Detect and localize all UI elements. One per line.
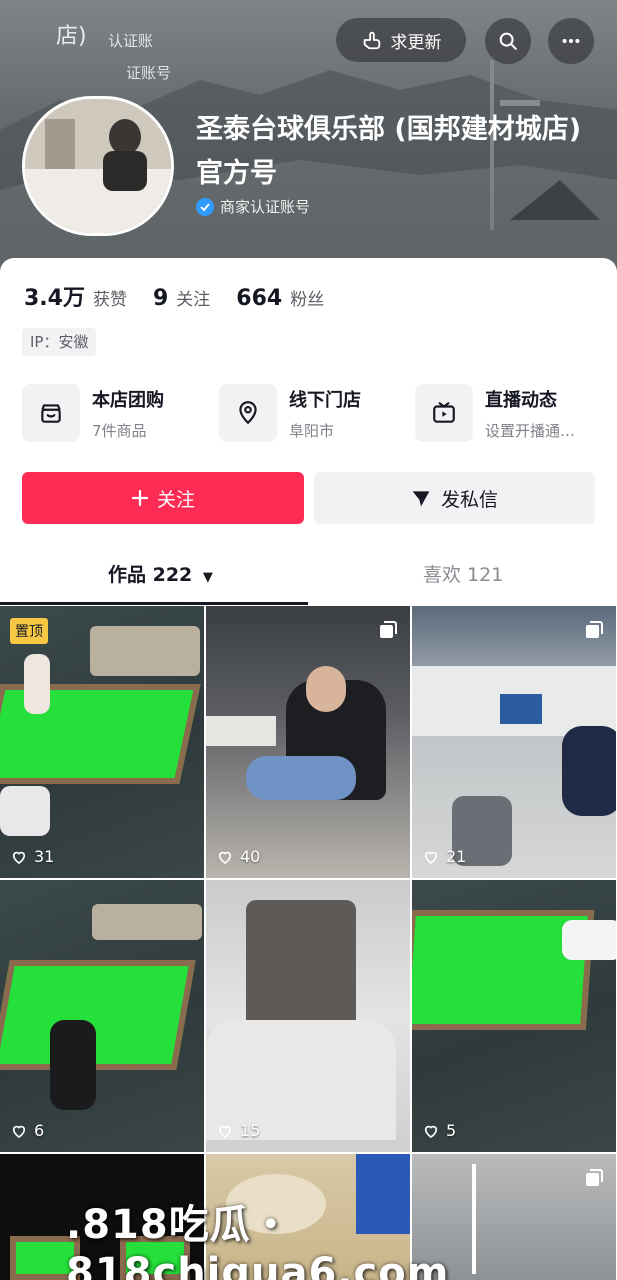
multi-photo-icon bbox=[380, 621, 397, 638]
like-count: 21 bbox=[422, 847, 466, 866]
shop-icon bbox=[22, 384, 80, 442]
avatar-photo bbox=[25, 99, 171, 233]
ip-location-tag: IP：安徽 bbox=[22, 328, 97, 356]
heart-icon bbox=[218, 1125, 232, 1138]
stat-likes[interactable]: 3.4万 获赞 bbox=[24, 280, 127, 312]
video-thumbnail[interactable]: 置顶 31 bbox=[0, 606, 204, 878]
more-options-button[interactable] bbox=[548, 18, 594, 64]
heart-icon bbox=[218, 851, 232, 864]
verify-label: 商家认证账号 bbox=[220, 198, 311, 216]
request-update-label: 求更新 bbox=[390, 32, 442, 53]
send-arrow-icon bbox=[412, 491, 430, 507]
like-count-value: 31 bbox=[34, 847, 55, 866]
pinned-badge: 置顶 bbox=[10, 618, 48, 644]
service-title: 直播动态 bbox=[485, 389, 557, 411]
ghost-overlay-badge-2: 证账号 bbox=[126, 64, 172, 82]
like-count: 6 bbox=[10, 1121, 44, 1140]
heart-icon bbox=[424, 851, 438, 864]
ghost-overlay-text: 店) bbox=[56, 24, 87, 49]
stat-value: 664 bbox=[236, 286, 283, 311]
stat-label: 粉丝 bbox=[290, 290, 325, 310]
video-thumbnail[interactable]: 21 bbox=[412, 606, 616, 878]
site-watermark: .818吃瓜・818chigua6.com bbox=[66, 1202, 450, 1280]
like-count-value: 15 bbox=[240, 1121, 261, 1140]
like-count: 40 bbox=[216, 847, 260, 866]
service-subtitle: 7件商品 bbox=[92, 421, 147, 440]
video-thumbnail[interactable]: 40 bbox=[206, 606, 410, 878]
heart-icon bbox=[12, 851, 26, 864]
like-count: 15 bbox=[216, 1121, 260, 1140]
send-message-label: 发私信 bbox=[440, 488, 498, 511]
like-count-value: 5 bbox=[446, 1121, 457, 1140]
profile-name: 圣泰台球俱乐部 (国邦建材城店) 官方号 bbox=[196, 114, 582, 189]
service-subtitle: 阜阳市 bbox=[289, 421, 335, 440]
location-pin-icon bbox=[219, 384, 277, 442]
tab-works[interactable]: 作品 222 ▼ bbox=[108, 560, 213, 587]
merchant-verification: 商家认证账号 bbox=[196, 196, 310, 217]
multi-photo-icon bbox=[586, 621, 603, 638]
stat-value: 9 bbox=[152, 286, 169, 311]
stat-label: 获赞 bbox=[92, 290, 127, 310]
service-subtitle: 设置开播通… bbox=[485, 421, 576, 440]
service-live-updates[interactable]: 直播动态 设置开播通… bbox=[415, 384, 575, 442]
service-offline-store[interactable]: 线下门店 阜阳市 bbox=[219, 384, 361, 442]
active-tab-indicator bbox=[0, 602, 308, 605]
like-count-value: 6 bbox=[34, 1121, 45, 1140]
send-message-button[interactable]: 发私信 bbox=[314, 472, 595, 524]
like-count-value: 21 bbox=[446, 847, 467, 866]
tab-works-label: 作品 222 bbox=[108, 564, 193, 586]
dropdown-triangle-icon: ▼ bbox=[202, 570, 213, 585]
tab-likes[interactable]: 喜欢 121 bbox=[423, 560, 503, 587]
multi-photo-icon bbox=[586, 1169, 603, 1186]
like-count: 5 bbox=[422, 1121, 456, 1140]
hand-point-icon bbox=[363, 31, 380, 50]
heart-icon bbox=[12, 1125, 26, 1138]
service-title: 线下门店 bbox=[289, 389, 361, 411]
video-thumbnail[interactable]: 6 bbox=[0, 880, 204, 1152]
video-thumbnail[interactable]: 15 bbox=[206, 880, 410, 1152]
live-tv-icon bbox=[415, 384, 473, 442]
request-update-button[interactable]: 求更新 bbox=[336, 18, 466, 62]
profile-stats: 3.4万 获赞 9 关注 664 粉丝 bbox=[24, 280, 350, 312]
follow-button[interactable]: 关注 bbox=[22, 472, 304, 524]
stat-value: 3.4万 bbox=[24, 286, 85, 311]
search-button[interactable] bbox=[485, 18, 531, 64]
like-count-value: 40 bbox=[240, 847, 261, 866]
stat-label: 关注 bbox=[176, 290, 211, 310]
search-icon bbox=[499, 32, 517, 50]
ghost-overlay-badge: 认证账 bbox=[108, 32, 154, 50]
more-dots-icon bbox=[562, 38, 580, 44]
verified-badge-icon bbox=[196, 197, 214, 216]
plus-icon bbox=[131, 489, 149, 507]
follow-label: 关注 bbox=[156, 488, 195, 511]
heart-icon bbox=[424, 1125, 438, 1138]
video-thumbnail[interactable]: 5 bbox=[412, 880, 616, 1152]
stat-following[interactable]: 9 关注 bbox=[153, 285, 210, 311]
tab-likes-label: 喜欢 121 bbox=[423, 564, 504, 586]
avatar[interactable] bbox=[22, 96, 174, 236]
service-title: 本店团购 bbox=[92, 389, 164, 411]
like-count: 31 bbox=[10, 847, 54, 866]
stat-followers[interactable]: 664 粉丝 bbox=[236, 285, 324, 311]
service-group-buy[interactable]: 本店团购 7件商品 bbox=[22, 384, 164, 442]
